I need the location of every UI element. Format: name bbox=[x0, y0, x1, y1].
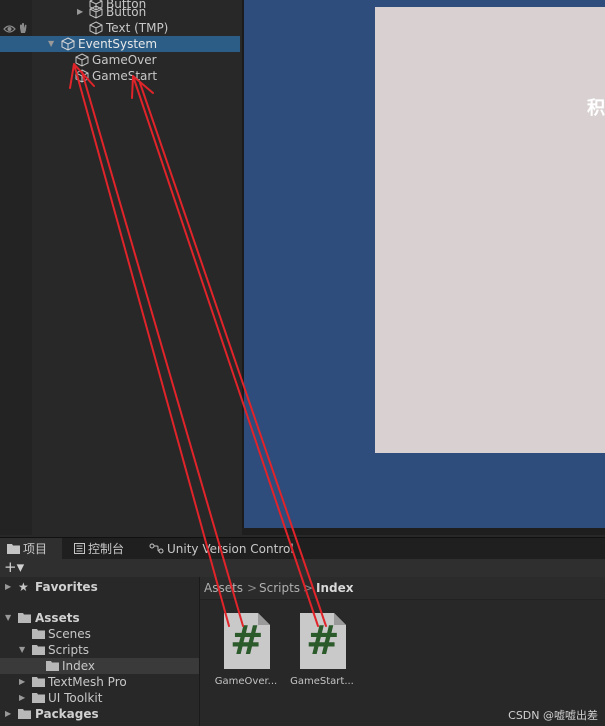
hierarchy-item-label: EventSystem bbox=[78, 37, 158, 51]
folder-open-icon bbox=[18, 613, 31, 623]
gameobject-cube-icon bbox=[89, 21, 103, 35]
hierarchy-item-gameover[interactable]: GameOver bbox=[0, 52, 240, 68]
star-icon: ★ bbox=[18, 580, 29, 594]
foldout-right-icon[interactable]: ▶ bbox=[5, 579, 11, 595]
folder-icon bbox=[46, 661, 59, 671]
tab-label: 控制台 bbox=[88, 542, 125, 556]
create-asset-button[interactable]: +▾ bbox=[4, 559, 34, 576]
tab-console[interactable]: 控制台 bbox=[68, 538, 140, 560]
project-folder-tree: ▶ ★ Favorites ▼ Assets Scenes ▼ Scripts … bbox=[0, 577, 200, 726]
project-toolbar bbox=[0, 559, 605, 577]
gameobject-cube-icon bbox=[75, 69, 89, 83]
tab-project[interactable]: 项目 bbox=[0, 538, 62, 560]
hierarchy-item-label: Button bbox=[106, 5, 147, 19]
foldout-right-icon[interactable]: ▶ bbox=[5, 706, 11, 722]
tab-label: 项目 bbox=[23, 542, 48, 556]
hierarchy-item-button[interactable]: ▶ Button bbox=[0, 4, 240, 20]
script-hash-glyph: # bbox=[306, 618, 340, 664]
hierarchy-item-gamestart[interactable]: GameStart bbox=[0, 68, 240, 84]
ui-canvas-rect[interactable] bbox=[375, 7, 605, 453]
folder-icon bbox=[32, 677, 45, 687]
breadcrumb-scripts[interactable]: Scripts bbox=[259, 577, 300, 599]
watermark: CSDN @嘘嘘出差 bbox=[508, 709, 598, 722]
foldout-down-icon[interactable]: ▼ bbox=[5, 610, 11, 626]
asset-item-gamestart[interactable]: # GameStart... bbox=[290, 610, 356, 692]
foldout-down-icon[interactable]: ▼ bbox=[19, 642, 25, 658]
hierarchy-item-label: Text (TMP) bbox=[106, 21, 169, 35]
tree-item-assets[interactable]: ▼ Assets bbox=[0, 610, 199, 626]
hierarchy-panel: Button ▶ Button Text (TMP) ▼ EventSystem… bbox=[0, 0, 240, 535]
scene-bottom-border bbox=[242, 528, 605, 535]
asset-label: GameOver... bbox=[214, 676, 278, 687]
tab-version-control[interactable]: Unity Version Control bbox=[146, 538, 306, 560]
script-hash-glyph: # bbox=[230, 618, 264, 664]
breadcrumb-index[interactable]: Index bbox=[316, 577, 353, 599]
gameobject-cube-icon bbox=[61, 37, 75, 51]
console-icon bbox=[74, 543, 85, 554]
breadcrumb-separator: > bbox=[303, 581, 314, 595]
bottom-tab-bar: 项目 控制台 Unity Version Control bbox=[0, 537, 605, 560]
asset-item-gameover[interactable]: # GameOver... bbox=[215, 610, 280, 692]
hierarchy-item-text-tmp[interactable]: Text (TMP) bbox=[0, 20, 240, 36]
tree-item-packages[interactable]: ▶ Packages bbox=[0, 706, 199, 722]
folder-open-icon bbox=[32, 645, 45, 655]
tree-item-scripts[interactable]: ▼ Scripts bbox=[0, 642, 199, 658]
tree-item-scenes[interactable]: Scenes bbox=[0, 626, 199, 642]
foldout-down-icon[interactable]: ▼ bbox=[48, 36, 54, 52]
tree-item-favorites[interactable]: ▶ ★ Favorites bbox=[0, 579, 199, 595]
tree-item-ui-toolkit[interactable]: ▶ UI Toolkit bbox=[0, 690, 199, 706]
breadcrumb-assets[interactable]: Assets bbox=[204, 577, 243, 599]
gameobject-cube-icon bbox=[75, 53, 89, 67]
folder-icon bbox=[32, 693, 45, 703]
breadcrumb-separator: > bbox=[247, 581, 258, 595]
hierarchy-item-eventsystem[interactable]: ▼ EventSystem bbox=[0, 36, 240, 52]
gameobject-cube-icon bbox=[89, 5, 103, 19]
foldout-right-icon[interactable]: ▶ bbox=[19, 674, 25, 690]
folder-icon bbox=[7, 544, 20, 554]
hierarchy-item-label: GameStart bbox=[92, 69, 158, 83]
foldout-right-icon[interactable]: ▶ bbox=[19, 690, 25, 706]
asset-label: GameStart... bbox=[290, 676, 354, 687]
folder-icon bbox=[32, 629, 45, 639]
hierarchy-item-label: GameOver bbox=[92, 53, 157, 67]
breadcrumb: Assets > Scripts > Index bbox=[200, 577, 605, 600]
tab-label: Unity Version Control bbox=[167, 542, 294, 556]
canvas-text: 积 bbox=[587, 98, 605, 119]
version-control-icon bbox=[149, 543, 164, 554]
tree-item-index[interactable]: Index bbox=[0, 658, 199, 674]
tree-item-textmesh-pro[interactable]: ▶ TextMesh Pro bbox=[0, 674, 199, 690]
foldout-right-icon[interactable]: ▶ bbox=[77, 4, 83, 20]
folder-icon bbox=[18, 709, 31, 719]
